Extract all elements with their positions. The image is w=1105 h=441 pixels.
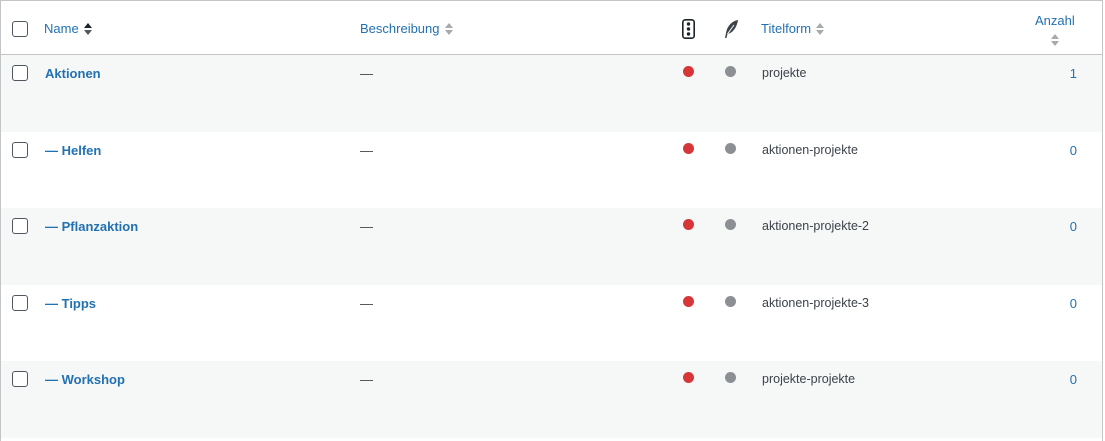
row-checkbox[interactable] <box>12 141 28 158</box>
column-header-count-label: Anzahl <box>1035 13 1075 28</box>
status-grey-dot-icon <box>725 372 736 383</box>
row-checkbox[interactable] <box>12 294 28 311</box>
term-count-link[interactable]: 0 <box>1070 143 1077 158</box>
column-header-name-label: Name <box>44 21 79 36</box>
term-count-link[interactable]: 1 <box>1070 66 1077 81</box>
table-row: — Helfen — aktionen-projekte 0 <box>1 132 1102 209</box>
term-count-link[interactable]: 0 <box>1070 296 1077 311</box>
terms-table: Name Beschreibung Titelform Anzahl Aktio… <box>0 0 1103 441</box>
term-description: — <box>360 295 373 311</box>
status-grey-dot-icon <box>725 295 736 307</box>
sort-arrows-icon <box>444 22 453 35</box>
term-slug: aktionen-projekte-2 <box>762 219 870 233</box>
term-description: — <box>360 372 373 387</box>
term-slug: aktionen-projekte-3 <box>762 295 870 310</box>
term-description: — <box>360 219 373 234</box>
column-header-count[interactable]: Anzahl <box>1035 13 1075 46</box>
table-row: — Tipps — aktionen-projekte-3 0 <box>1 285 1102 362</box>
sort-arrows-icon <box>83 22 92 35</box>
term-name-link[interactable]: — Pflanzaktion <box>45 219 138 234</box>
column-header-description-label: Beschreibung <box>360 21 440 36</box>
column-header-slug[interactable]: Titelform <box>761 21 825 36</box>
table-row: — Pflanzaktion — aktionen-projekte-2 0 <box>1 208 1102 285</box>
status-red-dot-icon <box>683 372 694 383</box>
row-checkbox[interactable] <box>12 65 28 81</box>
status-red-dot-icon <box>683 295 694 307</box>
term-description: — <box>360 142 373 158</box>
column-header-name[interactable]: Name <box>44 21 92 36</box>
table-row: — Workshop — projekte-projekte 0 <box>1 361 1102 438</box>
table-row: Aktionen — projekte 1 <box>1 55 1102 132</box>
column-header-slug-label: Titelform <box>761 21 812 36</box>
term-slug: aktionen-projekte <box>762 142 858 157</box>
table-header: Name Beschreibung Titelform Anzahl <box>1 1 1102 55</box>
term-slug: projekte-projekte <box>762 372 856 386</box>
status-red-dot-icon <box>683 66 694 77</box>
sort-arrows-icon <box>816 22 825 35</box>
status-grey-dot-icon <box>725 142 736 154</box>
column-header-description[interactable]: Beschreibung <box>360 21 453 36</box>
row-checkbox[interactable] <box>12 371 28 387</box>
term-name-link[interactable]: Aktionen <box>45 66 101 81</box>
term-name-link[interactable]: — Tipps <box>45 296 96 311</box>
traffic-light-icon <box>682 19 695 42</box>
term-description: — <box>360 66 373 81</box>
sort-arrows-icon <box>1050 34 1059 46</box>
status-grey-dot-icon <box>725 66 736 77</box>
term-count-link[interactable]: 0 <box>1070 372 1077 387</box>
quill-icon <box>723 19 739 42</box>
select-all-checkbox[interactable] <box>12 21 28 37</box>
status-red-dot-icon <box>683 219 694 230</box>
row-checkbox[interactable] <box>12 218 28 234</box>
term-slug: projekte <box>762 66 807 80</box>
term-count-link[interactable]: 0 <box>1070 219 1077 234</box>
status-grey-dot-icon <box>725 219 736 230</box>
term-name-link[interactable]: — Helfen <box>45 143 101 158</box>
status-red-dot-icon <box>683 142 694 154</box>
term-name-link[interactable]: — Workshop <box>45 372 125 387</box>
